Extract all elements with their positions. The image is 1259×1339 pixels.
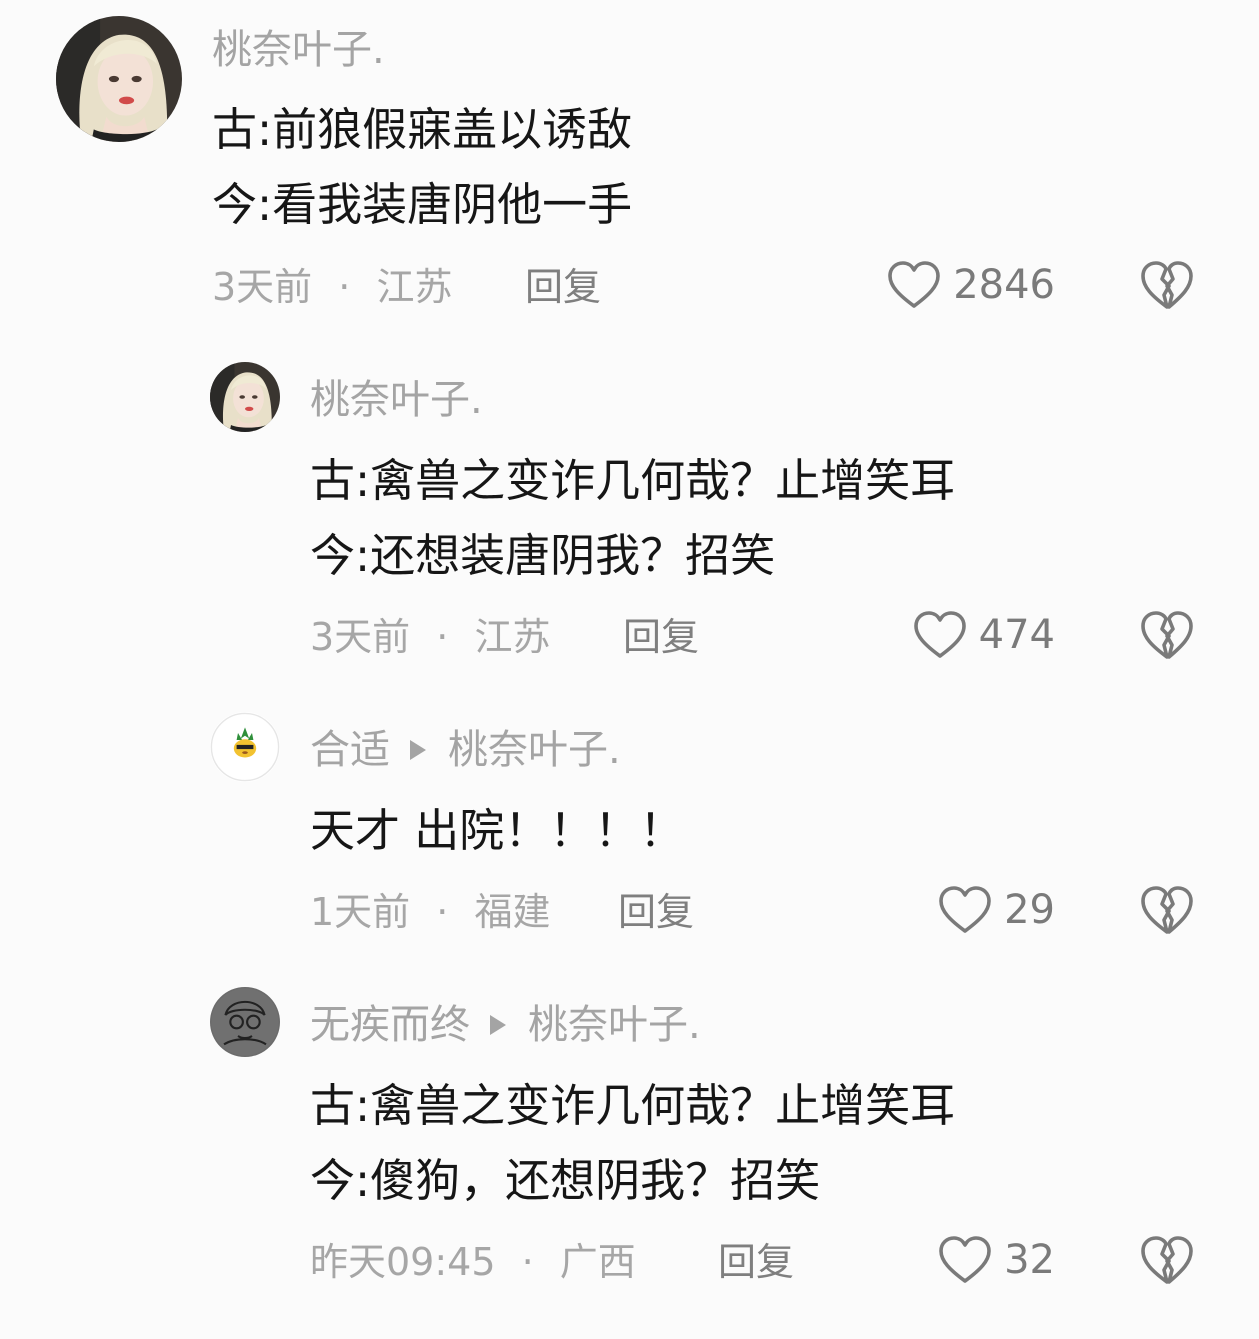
heart-outline-icon: [938, 1235, 992, 1285]
avatar[interactable]: [210, 362, 280, 432]
like-count: 32: [1004, 1237, 1055, 1283]
photo-avatar-icon: [210, 362, 280, 432]
reply-item: 桃奈叶子. 古:禽兽之变诈几何哉？止增笑耳 今:还想装唐阴我？招笑 3天前 · …: [0, 350, 1259, 680]
reply-arrow-icon: [490, 1015, 506, 1035]
dislike-button[interactable]: [1139, 609, 1195, 661]
comment-username[interactable]: 合适 桃奈叶子.: [310, 730, 621, 770]
like-button[interactable]: 29: [938, 880, 1055, 940]
like-button[interactable]: 474: [913, 605, 1055, 665]
heart-outline-icon: [913, 610, 967, 660]
comment-text-line: 今:傻狗，还想阴我？招笑: [310, 1154, 821, 1207]
reply-to-text: 桃奈叶子.: [448, 727, 621, 773]
meta-separator: ·: [338, 265, 351, 309]
username-text: 无疾而终: [310, 1002, 470, 1048]
comment-text-line: 今:看我装唐阴他一手: [212, 178, 633, 231]
comment-username[interactable]: 桃奈叶子.: [212, 30, 385, 70]
photo-avatar-icon: [56, 16, 182, 142]
comment-time: 昨天09:45: [310, 1240, 496, 1284]
like-count: 474: [978, 612, 1055, 658]
reply-button[interactable]: 回复: [618, 893, 694, 931]
comment-meta: 昨天09:45 · 广西: [310, 1243, 636, 1281]
comment-meta: 1天前 · 福建: [310, 893, 550, 931]
dislike-button[interactable]: [1139, 884, 1195, 936]
dislike-button[interactable]: [1139, 1234, 1195, 1286]
avatar[interactable]: [210, 712, 280, 782]
avatar[interactable]: [56, 16, 182, 142]
broken-heart-icon: [1139, 1234, 1195, 1286]
broken-heart-icon: [1139, 259, 1195, 311]
broken-heart-icon: [1139, 884, 1195, 936]
reply-item: 合适 桃奈叶子. 天才 出院！！！！ 1天前 · 福建 回复 29: [0, 700, 1259, 960]
avatar[interactable]: [210, 987, 280, 1057]
comment-time: 3天前: [212, 265, 313, 309]
comment-meta: 3天前 · 江苏: [310, 618, 550, 656]
reply-button[interactable]: 回复: [525, 268, 601, 306]
like-count: 2846: [953, 262, 1055, 308]
comment-time: 1天前: [310, 890, 411, 934]
sketch-avatar-icon: [210, 987, 280, 1057]
comment-location: 江苏: [474, 615, 551, 659]
comment-location: 江苏: [376, 265, 453, 309]
reply-arrow-icon: [410, 740, 426, 760]
like-count: 29: [1004, 887, 1055, 933]
comment-text-line: 古:前狼假寐盖以诱敌: [212, 103, 633, 156]
meta-separator: ·: [436, 890, 449, 934]
comment-username[interactable]: 无疾而终 桃奈叶子.: [310, 1005, 701, 1045]
comment-location: 福建: [474, 890, 551, 934]
username-text: 桃奈叶子.: [212, 27, 385, 73]
comment-text-line: 今:还想装唐阴我？招笑: [310, 529, 776, 582]
comment-meta: 3天前 · 江苏: [212, 268, 452, 306]
like-button[interactable]: 2846: [887, 255, 1055, 315]
reply-item: 无疾而终 桃奈叶子. 古:禽兽之变诈几何哉？止增笑耳 今:傻狗，还想阴我？招笑 昨…: [0, 975, 1259, 1305]
dislike-button[interactable]: [1139, 259, 1195, 311]
comment-text-line: 古:禽兽之变诈几何哉？止增笑耳: [310, 1079, 956, 1132]
broken-heart-icon: [1139, 609, 1195, 661]
heart-outline-icon: [938, 885, 992, 935]
reply-button[interactable]: 回复: [623, 618, 699, 656]
comment-text-line: 古:禽兽之变诈几何哉？止增笑耳: [310, 454, 956, 507]
reply-to-text: 桃奈叶子.: [528, 1002, 701, 1048]
meta-separator: ·: [521, 1240, 534, 1284]
comment-item: 桃奈叶子. 古:前狼假寐盖以诱敌 今:看我装唐阴他一手 3天前 · 江苏 回复 …: [0, 0, 1259, 330]
heart-outline-icon: [887, 260, 941, 310]
pineapple-avatar-icon: [210, 712, 280, 782]
comment-username[interactable]: 桃奈叶子.: [310, 380, 483, 420]
like-button[interactable]: 32: [938, 1230, 1055, 1290]
meta-separator: ·: [436, 615, 449, 659]
comment-location: 广西: [559, 1240, 636, 1284]
comment-time: 3天前: [310, 615, 411, 659]
comment-text-line: 天才 出院！！！！: [310, 804, 685, 857]
username-text: 合适: [310, 727, 390, 773]
reply-button[interactable]: 回复: [718, 1243, 794, 1281]
username-text: 桃奈叶子.: [310, 377, 483, 423]
